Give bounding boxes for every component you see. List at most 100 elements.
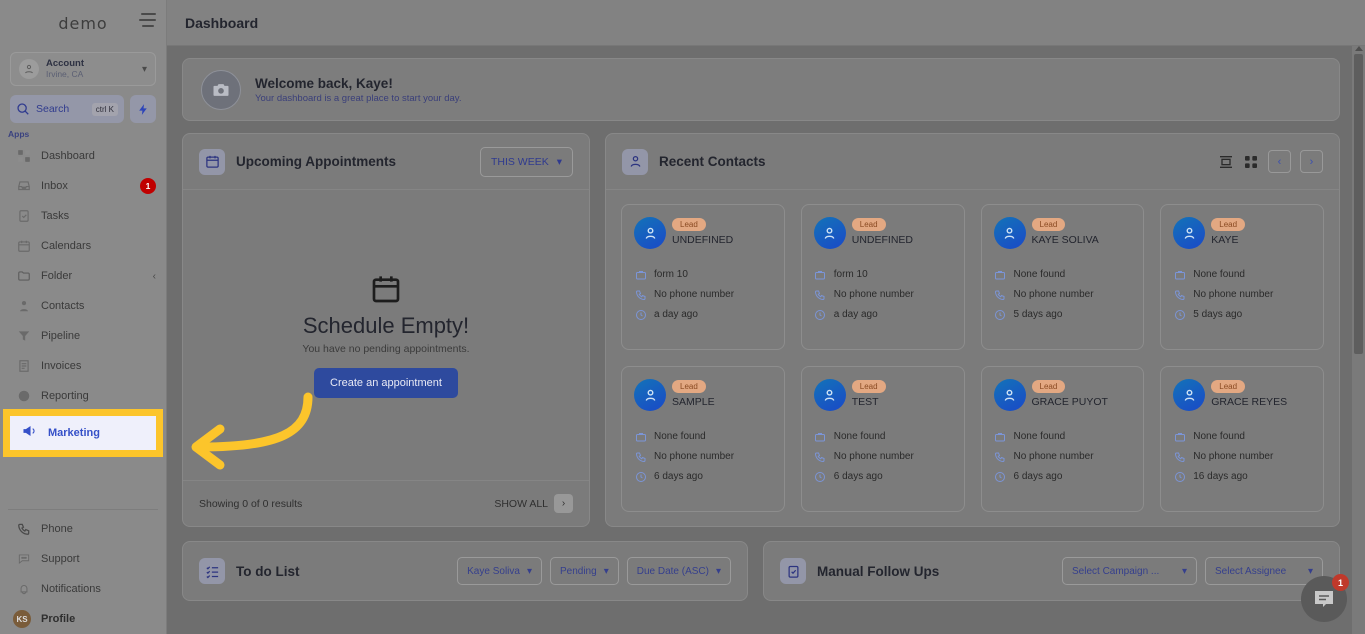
app-root: demo Account Irvine, CA ▾ Search ctrl K … bbox=[0, 0, 1365, 634]
sidebar-item-dashboard[interactable]: Dashboard bbox=[0, 141, 166, 171]
contact-card[interactable]: Lead GRACE REYES None found No phone num… bbox=[1160, 366, 1324, 512]
status-badge: Lead bbox=[672, 380, 706, 393]
contacts-prev-button[interactable]: ‹ bbox=[1268, 150, 1291, 173]
contact-phone: No phone number bbox=[1193, 451, 1274, 462]
sidebar-item-phone[interactable]: Phone bbox=[0, 514, 166, 544]
contact-phone-row: No phone number bbox=[994, 288, 1132, 301]
sidebar-item-contacts[interactable]: Contacts bbox=[0, 291, 166, 321]
contact-name: KAYE SOLIVA bbox=[1031, 234, 1099, 246]
account-switcher[interactable]: Account Irvine, CA ▾ bbox=[10, 52, 156, 86]
show-all-button[interactable]: SHOW ALL › bbox=[494, 494, 573, 513]
clock-icon bbox=[814, 308, 827, 321]
contact-card[interactable]: Lead GRACE PUYOT None found No phone num… bbox=[980, 366, 1145, 512]
top-bar: Dashboard bbox=[167, 0, 1365, 46]
chevron-down-icon: ▾ bbox=[526, 565, 532, 577]
contact-card-top: Lead GRACE PUYOT bbox=[993, 379, 1132, 423]
todo-list-panel: To do List Kaye Soliva ▾ Pending ▾ Due D… bbox=[182, 541, 748, 601]
scroll-up-arrow-icon[interactable] bbox=[1355, 46, 1363, 51]
briefcase-icon bbox=[1173, 268, 1186, 281]
contact-card-top: Lead KAYE bbox=[1173, 217, 1311, 261]
sidebar-item-tasks[interactable]: Tasks bbox=[0, 201, 166, 231]
calendar-icon bbox=[199, 148, 225, 175]
chat-widget-button[interactable]: 1 bbox=[1301, 574, 1349, 622]
todo-assignee-dropdown[interactable]: Kaye Soliva ▾ bbox=[457, 557, 542, 585]
briefcase-icon bbox=[634, 430, 647, 443]
contact-card[interactable]: Lead SAMPLE None found No phone number 6… bbox=[621, 366, 785, 512]
empty-subtitle: You have no pending appointments. bbox=[302, 342, 470, 355]
todo-status-dropdown[interactable]: Pending ▾ bbox=[549, 557, 619, 585]
contact-card[interactable]: Lead KAYE None found No phone number 5 d… bbox=[1160, 204, 1324, 350]
contact-time: 6 days ago bbox=[654, 471, 703, 482]
contact-phone: No phone number bbox=[833, 451, 914, 462]
contact-avatar-icon bbox=[813, 217, 846, 249]
sidebar-item-folder[interactable]: Folder ‹ bbox=[0, 261, 166, 291]
status-badge: Lead bbox=[1211, 380, 1246, 393]
contact-card-labels: Lead UNDEFINED bbox=[672, 217, 733, 246]
apps-section-label: Apps bbox=[8, 129, 30, 139]
sidebar-item-label: Phone bbox=[41, 523, 73, 535]
clock-icon bbox=[634, 470, 647, 483]
followups-campaign-dropdown[interactable]: Select Campaign ... ▾ bbox=[1062, 557, 1197, 585]
chevron-left-icon[interactable]: ‹ bbox=[153, 271, 156, 282]
main-area: Dashboard Welcome back, Kaye! Your dashb… bbox=[167, 0, 1365, 634]
sidebar-item-calendars[interactable]: Calendars bbox=[0, 231, 166, 261]
sidebar-item-support[interactable]: Support bbox=[0, 544, 166, 574]
contact-phone: No phone number bbox=[1193, 289, 1274, 300]
chat-unread-badge: 1 bbox=[1332, 574, 1349, 591]
chevron-down-icon: ▾ bbox=[1181, 565, 1187, 577]
contact-time: 6 days ago bbox=[1013, 471, 1063, 482]
contact-card[interactable]: Lead TEST None found No phone number 6 d… bbox=[800, 366, 965, 512]
list-view-icon[interactable] bbox=[1218, 154, 1234, 170]
sidebar-item-inbox[interactable]: Inbox 1 bbox=[0, 171, 166, 201]
todo-sort-value: Due Date (ASC) bbox=[636, 565, 709, 577]
scrollbar-thumb[interactable] bbox=[1354, 54, 1363, 354]
contact-card-top: Lead UNDEFINED bbox=[813, 217, 952, 261]
contact-card[interactable]: Lead UNDEFINED form 10 No phone number a… bbox=[800, 204, 965, 350]
followups-assignee-dropdown[interactable]: Select Assignee ▾ bbox=[1205, 557, 1323, 585]
phone-icon bbox=[16, 522, 31, 537]
hamburger-menu-icon[interactable] bbox=[139, 13, 156, 27]
contact-source-row: None found bbox=[634, 430, 772, 443]
sidebar-item-marketing[interactable]: Marketing bbox=[10, 416, 156, 450]
contact-time: 5 days ago bbox=[1193, 309, 1243, 320]
contact-avatar-icon bbox=[813, 379, 846, 411]
sidebar-item-label: Calendars bbox=[41, 240, 92, 252]
contact-time-row: 5 days ago bbox=[994, 308, 1132, 321]
clock-icon bbox=[994, 308, 1007, 321]
sidebar-item-invoices[interactable]: Invoices bbox=[0, 351, 166, 381]
search-input[interactable]: Search ctrl K bbox=[10, 95, 124, 123]
contact-source: form 10 bbox=[654, 269, 688, 280]
page-scrollbar[interactable] bbox=[1352, 46, 1365, 634]
camera-icon[interactable] bbox=[201, 69, 241, 110]
sidebar-item-notifications[interactable]: Notifications bbox=[0, 574, 166, 604]
contact-card[interactable]: Lead KAYE SOLIVA None found No phone num… bbox=[980, 204, 1145, 350]
appointments-empty-state: Schedule Empty! You have no pending appo… bbox=[183, 190, 589, 480]
contact-name: GRACE REYES bbox=[1211, 396, 1288, 408]
create-appointment-button[interactable]: Create an appointment bbox=[314, 367, 458, 398]
search-label: Search bbox=[36, 103, 70, 115]
recent-contacts-panel: Recent Contacts ‹ › Lead UNDEFINED form … bbox=[605, 133, 1340, 527]
contact-card[interactable]: Lead UNDEFINED form 10 No phone number a… bbox=[621, 204, 785, 350]
sidebar-item-profile[interactable]: KS Profile bbox=[0, 604, 166, 634]
todo-sort-dropdown[interactable]: Due Date (ASC) ▾ bbox=[626, 557, 731, 585]
contact-source-row: None found bbox=[814, 430, 952, 443]
contact-time-row: 16 days ago bbox=[1173, 470, 1311, 483]
contacts-next-button[interactable]: › bbox=[1300, 150, 1323, 173]
account-avatar-icon bbox=[19, 59, 39, 79]
clock-icon bbox=[1173, 308, 1186, 321]
panel-title: Manual Follow Ups bbox=[817, 563, 940, 579]
appointments-filter-dropdown[interactable]: THIS WEEK ▾ bbox=[479, 146, 573, 177]
sidebar-item-reporting[interactable]: Reporting bbox=[0, 381, 166, 411]
sidebar-item-pipeline[interactable]: Pipeline bbox=[0, 321, 166, 351]
contact-name: TEST bbox=[851, 396, 879, 408]
sidebar-header: demo bbox=[0, 0, 166, 46]
contact-source: None found bbox=[1193, 269, 1245, 280]
clipboard-check-icon bbox=[780, 558, 806, 584]
chevron-down-icon[interactable]: ▾ bbox=[142, 64, 147, 75]
sidebar-item-label: Dashboard bbox=[41, 150, 95, 162]
grid-view-icon[interactable] bbox=[1243, 154, 1259, 170]
quick-actions-button[interactable] bbox=[130, 95, 156, 123]
briefcase-icon bbox=[814, 430, 827, 443]
contact-source: None found bbox=[654, 431, 706, 442]
panel-header: Recent Contacts ‹ › bbox=[606, 134, 1339, 190]
